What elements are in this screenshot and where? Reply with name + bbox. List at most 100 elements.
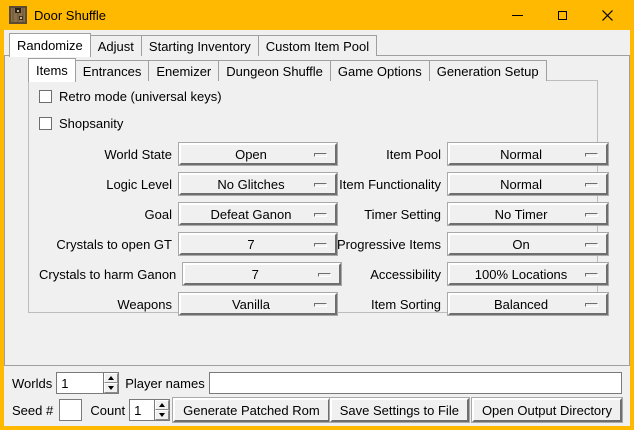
weapons-dropdown[interactable]: Vanilla	[179, 293, 337, 315]
goal-label: Goal	[39, 207, 179, 222]
item-sorting-label: Item Sorting	[337, 297, 448, 312]
dropdown-indicator-icon	[318, 273, 331, 277]
dropdown-indicator-icon	[314, 183, 327, 187]
tab-starting-inventory[interactable]: Starting Inventory	[141, 35, 259, 56]
crystals-harm-ganon-dropdown[interactable]: 7	[183, 263, 341, 285]
worlds-row: Worlds 1 Player names	[12, 372, 622, 394]
goal-value: Defeat Ganon	[211, 207, 292, 222]
maximize-button[interactable]	[540, 0, 585, 30]
logic-level-dropdown[interactable]: No Glitches	[179, 173, 337, 195]
minimize-button[interactable]	[495, 0, 540, 30]
arrow-up-icon	[159, 403, 165, 407]
arrow-down-icon	[159, 413, 165, 417]
weapons-value: Vanilla	[232, 297, 270, 312]
count-spin-down-button[interactable]	[155, 410, 169, 420]
item-functionality-dropdown[interactable]: Normal	[448, 173, 608, 195]
generate-patched-rom-button[interactable]: Generate Patched Rom	[173, 398, 330, 422]
progressive-items-value: On	[512, 237, 529, 252]
dropdown-indicator-icon	[585, 153, 598, 157]
world-state-dropdown[interactable]: Open	[179, 143, 337, 165]
seed-label: Seed #	[12, 403, 53, 418]
count-label: Count	[90, 403, 125, 418]
close-icon	[602, 10, 613, 21]
logic-level-value: No Glitches	[217, 177, 284, 192]
shopsanity-checkbox[interactable]	[39, 117, 52, 130]
tab-items[interactable]: Items	[28, 58, 76, 82]
items-tab-page: Retro mode (universal keys) Shopsanity W…	[28, 80, 598, 313]
dropdown-indicator-icon	[585, 243, 598, 247]
dropdown-indicator-icon	[314, 243, 327, 247]
tab-enemizer[interactable]: Enemizer	[148, 60, 219, 81]
accessibility-value: 100% Locations	[475, 267, 568, 282]
player-names-input[interactable]	[209, 372, 622, 394]
worlds-spin-up-button[interactable]	[104, 373, 118, 383]
door-app-icon	[8, 5, 28, 25]
progressive-items-label: Progressive Items	[337, 237, 448, 252]
tab-adjust[interactable]: Adjust	[90, 35, 142, 56]
progressive-items-dropdown[interactable]: On	[448, 233, 608, 255]
bottom-bar: Worlds 1 Player names Seed #	[4, 366, 630, 426]
dropdown-indicator-icon	[314, 303, 327, 307]
accessibility-label: Accessibility	[337, 267, 448, 282]
world-state-value: Open	[235, 147, 267, 162]
item-sorting-dropdown[interactable]: Balanced	[448, 293, 608, 315]
window-content: Randomize Adjust Starting Inventory Cust…	[4, 30, 630, 426]
dropdown-indicator-icon	[585, 183, 598, 187]
item-pool-dropdown[interactable]: Normal	[448, 143, 608, 165]
seed-row: Seed # Count 1 Generate Patched Rom Save…	[12, 399, 622, 421]
item-functionality-label: Item Functionality	[337, 177, 448, 192]
count-spin-up-button[interactable]	[155, 400, 169, 410]
crystals-harm-ganon-label: Crystals to harm Ganon	[39, 267, 183, 282]
dropdown-indicator-icon	[314, 153, 327, 157]
dropdown-indicator-icon	[585, 213, 598, 217]
arrow-up-icon	[108, 376, 114, 380]
maximize-icon	[558, 11, 567, 20]
crystals-harm-ganon-value: 7	[252, 267, 259, 282]
save-settings-button[interactable]: Save Settings to File	[330, 398, 469, 422]
tab-game-options[interactable]: Game Options	[330, 60, 430, 81]
tab-randomize[interactable]: Randomize	[9, 33, 91, 57]
retro-mode-label: Retro mode (universal keys)	[59, 89, 222, 104]
item-pool-value: Normal	[500, 147, 542, 162]
item-pool-label: Item Pool	[337, 147, 448, 162]
item-sorting-value: Balanced	[494, 297, 548, 312]
open-output-directory-button[interactable]: Open Output Directory	[472, 398, 622, 422]
count-spinner[interactable]: 1	[129, 399, 170, 421]
timer-setting-label: Timer Setting	[337, 207, 448, 222]
shopsanity-label: Shopsanity	[59, 116, 123, 131]
tab-generation-setup[interactable]: Generation Setup	[429, 60, 547, 81]
options-grid: World State Open Logic Level No Glitches	[39, 143, 595, 323]
close-button[interactable]	[585, 0, 630, 30]
timer-setting-dropdown[interactable]: No Timer	[448, 203, 608, 225]
shopsanity-row: Shopsanity	[39, 116, 595, 130]
tab-entrances[interactable]: Entrances	[75, 60, 150, 81]
dropdown-indicator-icon	[314, 213, 327, 217]
retro-mode-checkbox[interactable]	[39, 90, 52, 103]
weapons-label: Weapons	[39, 297, 179, 312]
count-value: 1	[130, 400, 154, 420]
options-column-right: Item Pool Normal Item Functionality Norm…	[337, 143, 609, 323]
tab-custom-item-pool[interactable]: Custom Item Pool	[258, 35, 377, 56]
crystals-open-gt-value: 7	[247, 237, 254, 252]
crystals-open-gt-label: Crystals to open GT	[39, 237, 179, 252]
worlds-value: 1	[57, 373, 103, 393]
accessibility-dropdown[interactable]: 100% Locations	[448, 263, 608, 285]
tab-dungeon-shuffle[interactable]: Dungeon Shuffle	[218, 60, 331, 81]
retro-mode-row: Retro mode (universal keys)	[39, 89, 595, 103]
minimize-icon	[512, 15, 523, 16]
timer-setting-value: No Timer	[495, 207, 548, 222]
arrow-down-icon	[108, 386, 114, 390]
seed-input[interactable]	[59, 399, 82, 421]
logic-level-label: Logic Level	[39, 177, 179, 192]
randomize-tab-page: Items Entrances Enemizer Dungeon Shuffle…	[4, 55, 630, 366]
dropdown-indicator-icon	[585, 273, 598, 277]
title-bar: Door Shuffle	[4, 0, 630, 30]
window-title: Door Shuffle	[34, 8, 495, 23]
crystals-open-gt-dropdown[interactable]: 7	[179, 233, 337, 255]
world-state-label: World State	[39, 147, 179, 162]
item-functionality-value: Normal	[500, 177, 542, 192]
worlds-spinner[interactable]: 1	[56, 372, 119, 394]
goal-dropdown[interactable]: Defeat Ganon	[179, 203, 337, 225]
worlds-spin-down-button[interactable]	[104, 383, 118, 393]
randomize-sub-tab-bar: Items Entrances Enemizer Dungeon Shuffle…	[5, 58, 629, 81]
